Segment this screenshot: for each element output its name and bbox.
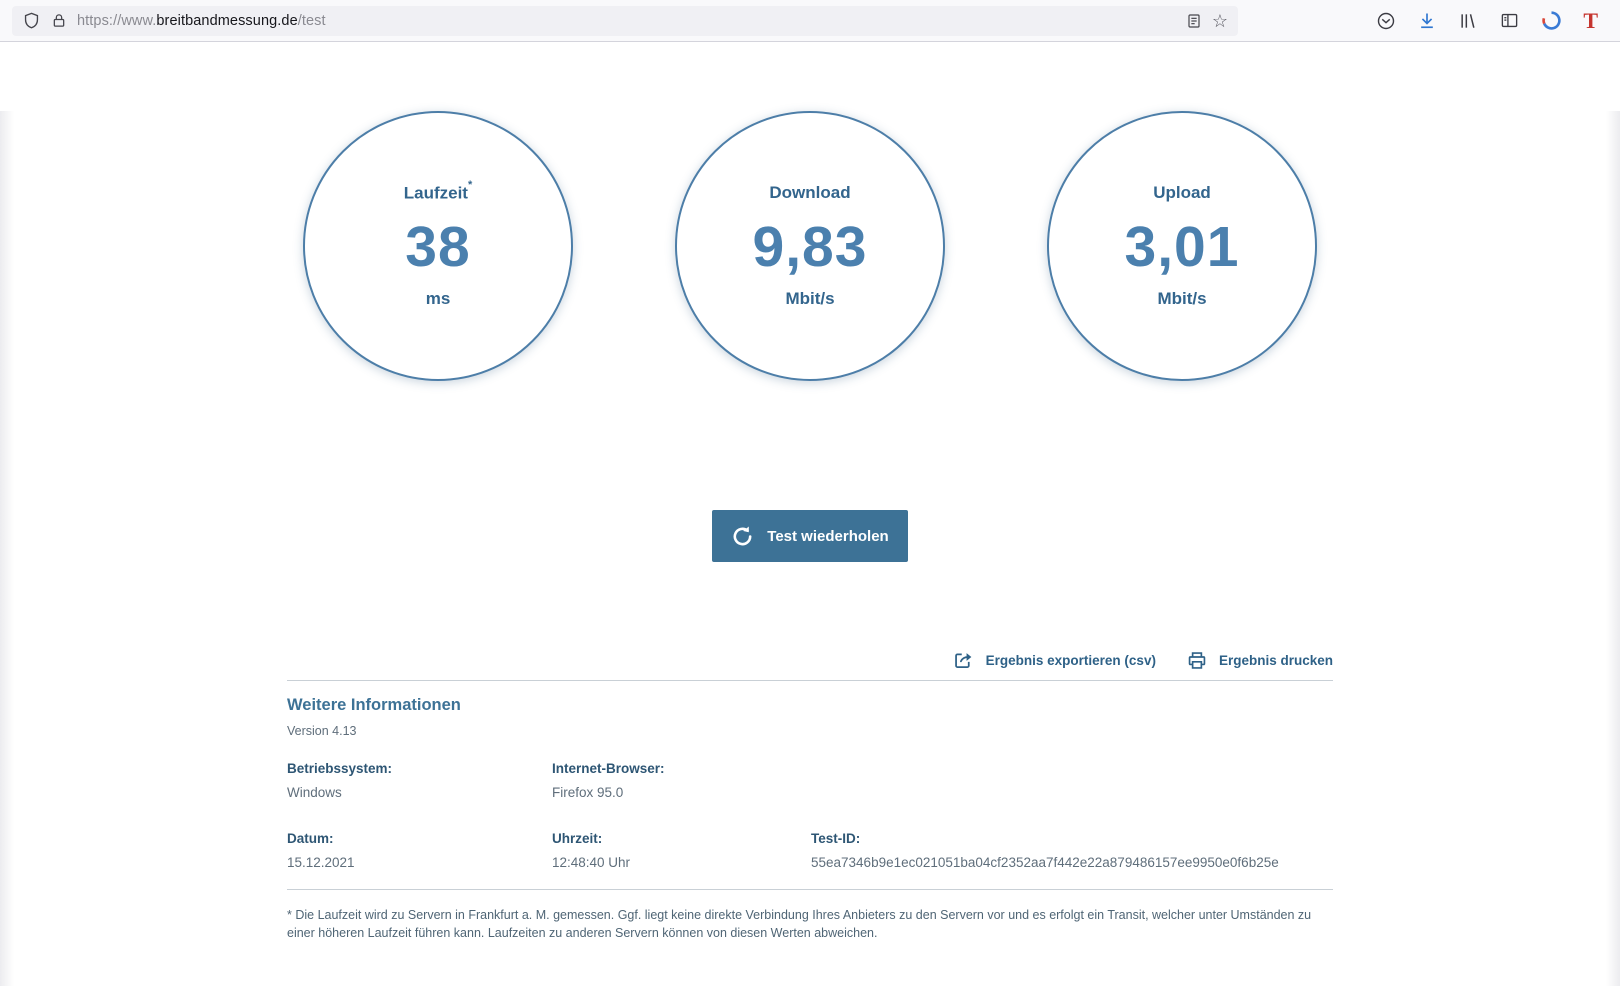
field-internet-browser: Internet-Browser: Firefox 95.0 bbox=[552, 761, 811, 800]
laufzeit-value: 38 bbox=[405, 214, 470, 280]
print-result-link-label: Ergebnis drucken bbox=[1219, 653, 1333, 668]
field-betriebssystem: Betriebssystem: Windows bbox=[287, 761, 552, 800]
internet-browser-value: Firefox 95.0 bbox=[552, 785, 811, 800]
field-datum: Datum: 15.12.2021 bbox=[287, 831, 552, 870]
url-bar[interactable]: https://www.breitbandmessung.de/test ☆ bbox=[12, 6, 1238, 36]
uhrzeit-label: Uhrzeit: bbox=[552, 831, 811, 846]
page-left-edge-shadow bbox=[0, 111, 14, 986]
uhrzeit-value: 12:48:40 Uhr bbox=[552, 855, 811, 870]
pocket-icon[interactable] bbox=[1376, 11, 1396, 31]
datum-value: 15.12.2021 bbox=[287, 855, 552, 870]
version-text: Version 4.13 bbox=[287, 724, 1333, 738]
download-label: Download bbox=[769, 183, 850, 203]
upload-unit: Mbit/s bbox=[1157, 289, 1206, 309]
repeat-test-button[interactable]: Test wiederholen bbox=[712, 510, 908, 562]
shield-icon[interactable] bbox=[22, 11, 41, 30]
page-right-edge-shadow bbox=[1606, 111, 1620, 986]
field-empty bbox=[811, 761, 1333, 800]
field-uhrzeit: Uhrzeit: 12:48:40 Uhr bbox=[552, 831, 811, 870]
url-prefix: https://www. bbox=[77, 13, 156, 29]
refresh-icon bbox=[731, 525, 754, 548]
result-actions: Ergebnis exportieren (csv) Ergebnis druc… bbox=[287, 650, 1333, 671]
download-value: 9,83 bbox=[753, 214, 868, 280]
printer-icon bbox=[1186, 650, 1208, 671]
internet-browser-label: Internet-Browser: bbox=[552, 761, 811, 776]
lock-icon[interactable] bbox=[51, 12, 67, 29]
toolbar-icon-group: T bbox=[1376, 10, 1598, 32]
result-circle-download: Download 9,83 Mbit/s bbox=[675, 111, 945, 381]
export-icon bbox=[952, 650, 975, 671]
divider-top bbox=[287, 680, 1333, 681]
extension-donut-icon[interactable] bbox=[1541, 10, 1562, 31]
repeat-test-button-label: Test wiederholen bbox=[767, 528, 888, 545]
extension-t-icon[interactable]: T bbox=[1583, 10, 1598, 32]
test-id-value: 55ea7346b9e1ec021051ba04cf2352aa7f442e22… bbox=[811, 855, 1333, 870]
betriebssystem-value: Windows bbox=[287, 785, 552, 800]
export-csv-link[interactable]: Ergebnis exportieren (csv) bbox=[952, 650, 1156, 671]
info-row-2: Datum: 15.12.2021 Uhrzeit: 12:48:40 Uhr … bbox=[287, 831, 1333, 870]
downloads-icon[interactable] bbox=[1417, 11, 1437, 31]
bookmark-star-icon[interactable]: ☆ bbox=[1212, 12, 1228, 30]
url-domain: breitbandmessung.de bbox=[156, 13, 297, 29]
result-circle-laufzeit: Laufzeit* 38 ms bbox=[303, 111, 573, 381]
url-path: /test bbox=[298, 13, 326, 29]
upload-label: Upload bbox=[1153, 183, 1211, 203]
browser-toolbar: https://www.breitbandmessung.de/test ☆ bbox=[0, 0, 1620, 42]
download-unit: Mbit/s bbox=[785, 289, 834, 309]
speedtest-results-page: Laufzeit* 38 ms Download 9,83 Mbit/s Upl… bbox=[0, 111, 1620, 986]
url-text[interactable]: https://www.breitbandmessung.de/test bbox=[77, 13, 326, 29]
library-icon[interactable] bbox=[1458, 11, 1478, 31]
print-result-link[interactable]: Ergebnis drucken bbox=[1186, 650, 1333, 671]
divider-bottom bbox=[287, 889, 1333, 890]
result-circles: Laufzeit* 38 ms Download 9,83 Mbit/s Upl… bbox=[287, 111, 1333, 381]
betriebssystem-label: Betriebssystem: bbox=[287, 761, 552, 776]
laufzeit-label-text: Laufzeit bbox=[404, 183, 468, 202]
sidebar-icon[interactable] bbox=[1499, 11, 1520, 30]
field-test-id: Test-ID: 55ea7346b9e1ec021051ba04cf2352a… bbox=[811, 831, 1333, 870]
reader-mode-icon[interactable] bbox=[1186, 12, 1202, 30]
datum-label: Datum: bbox=[287, 831, 552, 846]
result-circle-upload: Upload 3,01 Mbit/s bbox=[1047, 111, 1317, 381]
more-info-heading: Weitere Informationen bbox=[287, 696, 1333, 715]
laufzeit-unit: ms bbox=[426, 289, 451, 309]
laufzeit-label: Laufzeit* bbox=[404, 183, 473, 204]
export-csv-link-label: Ergebnis exportieren (csv) bbox=[986, 653, 1156, 668]
test-id-label: Test-ID: bbox=[811, 831, 1333, 846]
laufzeit-footnote: * Die Laufzeit wird zu Servern in Frankf… bbox=[287, 906, 1327, 942]
laufzeit-asterisk: * bbox=[468, 179, 472, 191]
upload-value: 3,01 bbox=[1125, 214, 1240, 280]
info-row-1: Betriebssystem: Windows Internet-Browser… bbox=[287, 761, 1333, 800]
